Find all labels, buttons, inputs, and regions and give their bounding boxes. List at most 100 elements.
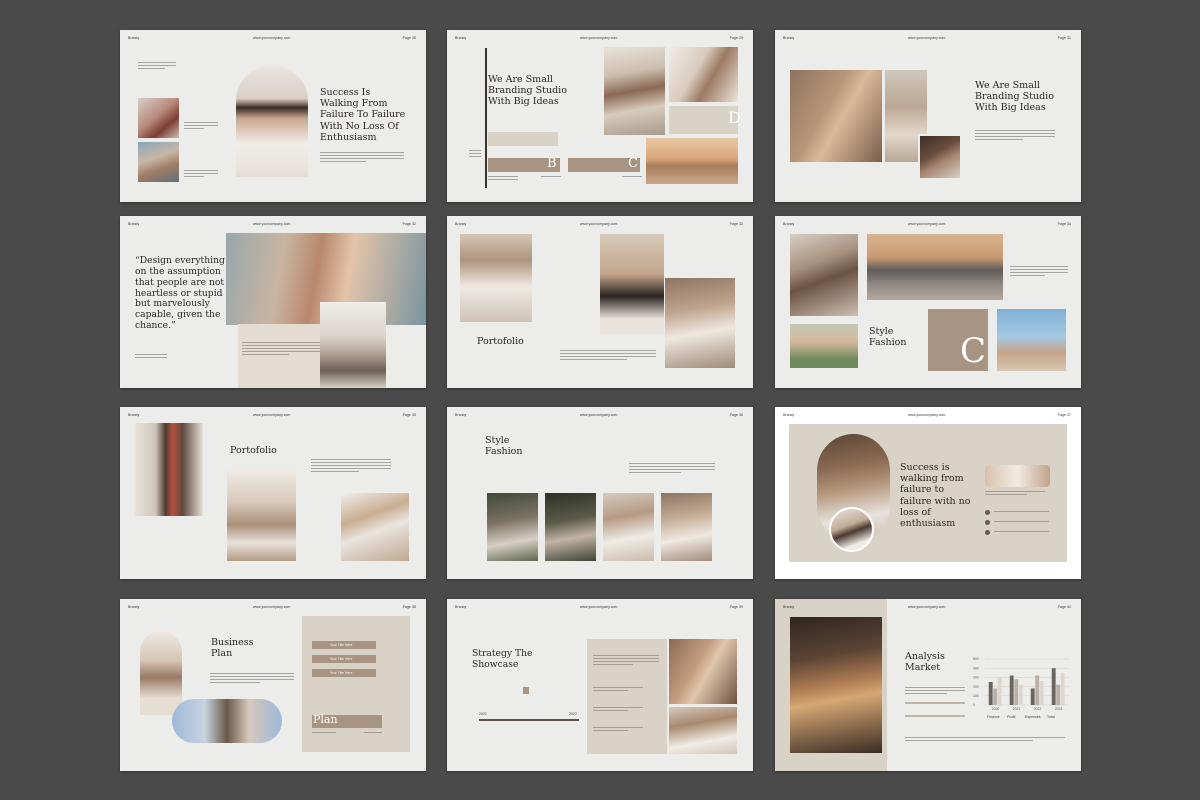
text-block xyxy=(994,521,1049,524)
photo-woman-field xyxy=(790,324,858,368)
photo-hands-closeup xyxy=(669,639,737,704)
legend-expenses: Expenses xyxy=(1025,715,1041,719)
page-number: Page 31 xyxy=(1057,36,1071,40)
text-block xyxy=(541,176,561,179)
chart-y-tick: 400 xyxy=(973,666,979,670)
page-number: Page 39 xyxy=(729,605,743,609)
text-block xyxy=(985,491,1045,497)
text-block xyxy=(975,130,1055,142)
web-label: www.yourcompany.com xyxy=(580,413,618,417)
photo-arch-portrait xyxy=(236,65,308,177)
photo-woman-mirror-wall xyxy=(790,234,858,316)
brand-label: Brandy xyxy=(128,222,140,226)
slide-12[interactable]: Brandy www.yourcompany.com Page 40 Analy… xyxy=(775,599,1081,771)
photo-woman-sky xyxy=(997,309,1066,371)
text-block xyxy=(184,170,218,179)
page-number: Page 38 xyxy=(402,605,416,609)
photo-beach-sunset xyxy=(646,138,738,184)
chart-x-tick: 2023 xyxy=(1055,707,1063,711)
title-button-2-label: Your Title Here xyxy=(330,657,353,661)
page-number: Page 33 xyxy=(729,222,743,226)
text-block xyxy=(312,732,336,735)
legend-profit: Profit xyxy=(1007,715,1016,719)
slide-title: Strategy The Showcase xyxy=(472,648,533,670)
web-label: www.yourcompany.com xyxy=(580,222,618,226)
text-block xyxy=(560,350,656,362)
text-block xyxy=(311,459,391,473)
chart-y-tick: 200 xyxy=(973,685,979,689)
page-number: Page 35 xyxy=(402,413,416,417)
slide-9[interactable]: Brandy www.yourcompany.com Page 37 Succe… xyxy=(775,407,1081,579)
chart-bar xyxy=(1039,681,1044,705)
web-label: www.yourcompany.com xyxy=(580,605,618,609)
slide-8[interactable]: Brandy www.yourcompany.com Page 36 Style… xyxy=(447,407,753,579)
chart-x-tick: 2022 xyxy=(1034,707,1042,711)
chart-y-tick: 100 xyxy=(973,694,979,698)
chart-bar xyxy=(993,688,998,705)
chart-x-tick: 2020 xyxy=(992,707,1000,711)
photo-fashion-4 xyxy=(661,493,712,561)
text-block xyxy=(184,122,218,131)
text-block xyxy=(469,150,481,159)
photo-fashion-1 xyxy=(487,493,538,561)
slider-left-label: 2021 xyxy=(479,712,487,716)
bullet-dot xyxy=(985,510,990,515)
chart-bar xyxy=(1009,675,1014,705)
page-number: Page 32 xyxy=(402,222,416,226)
web-label: www.yourcompany.com xyxy=(908,605,946,609)
slide-10[interactable]: Brandy www.yourcompany.com Page 38 Busin… xyxy=(120,599,426,771)
slide-title: Portofolio xyxy=(477,336,524,347)
slide-title: Success Is Walking From Failure To Failu… xyxy=(320,87,406,143)
text-block xyxy=(1010,266,1068,278)
brand-label: Brandy xyxy=(783,413,795,417)
text-block xyxy=(994,511,1049,514)
quote-text: “Design everything on the assumption tha… xyxy=(135,255,225,332)
photo-woman-glasses-pill xyxy=(172,699,282,743)
chart-bar xyxy=(1051,668,1056,705)
brand-label: Brandy xyxy=(128,36,140,40)
slide-7[interactable]: Brandy www.yourcompany.com Page 35 Porto… xyxy=(120,407,426,579)
slider-handle[interactable] xyxy=(523,687,529,694)
chart-bar xyxy=(1014,679,1019,705)
bullet-dot xyxy=(985,530,990,535)
photo-fashion-2 xyxy=(545,493,596,561)
plan-label: Plan xyxy=(313,713,338,726)
photo-woman-circle xyxy=(829,507,874,552)
text-block xyxy=(905,737,1065,743)
slider-track[interactable] xyxy=(479,719,579,721)
text-block xyxy=(622,176,642,179)
title-button-1-label: Your Title Here xyxy=(330,643,353,647)
slide-11[interactable]: Brandy www.yourcompany.com Page 39 Strat… xyxy=(447,599,753,771)
slide-title: Style Fashion xyxy=(485,435,523,458)
photo-woman-lying xyxy=(669,47,738,102)
text-block xyxy=(629,463,715,475)
progress-track-2 xyxy=(905,715,965,717)
slide-title: Portofolio xyxy=(230,445,277,456)
text-block xyxy=(994,531,1049,534)
photo-room xyxy=(985,465,1050,487)
photo-interior-shelf xyxy=(227,470,296,561)
slide-6[interactable]: Brandy www.yourcompany.com Page 34 Style… xyxy=(775,216,1081,388)
slide-1[interactable]: Brandy www.yourcompany.com Page 28 Succe… xyxy=(120,30,426,202)
text-block xyxy=(593,707,643,713)
slide-3[interactable]: Brandy www.yourcompany.com Page 31 We Ar… xyxy=(775,30,1081,202)
slide-4[interactable]: Brandy www.yourcompany.com Page 32 “Desi… xyxy=(120,216,426,388)
progress-track-1 xyxy=(905,702,965,704)
bar-chart: 500 400 300 200 100 0 2020 2021 2022 2023 xyxy=(973,657,1069,711)
chart-bar xyxy=(997,677,1002,705)
photo-woman-flowers xyxy=(665,278,735,368)
web-label: www.yourcompany.com xyxy=(253,413,291,417)
brand-label: Brandy xyxy=(128,605,140,609)
quote-author xyxy=(135,354,167,360)
photo-woman-red xyxy=(138,98,179,138)
slide-2[interactable]: Brandy www.yourcompany.com Page 29 We Ar… xyxy=(447,30,753,202)
text-block xyxy=(488,176,518,182)
web-label: www.yourcompany.com xyxy=(253,36,291,40)
chart-bar xyxy=(1060,672,1065,705)
web-label: www.yourcompany.com xyxy=(908,413,946,417)
brand-label: Brandy xyxy=(783,605,795,609)
photo-hands xyxy=(790,70,882,162)
slide-5[interactable]: Brandy www.yourcompany.com Page 33 Porto… xyxy=(447,216,753,388)
brand-label: Brandy xyxy=(783,222,795,226)
web-label: www.yourcompany.com xyxy=(580,36,618,40)
